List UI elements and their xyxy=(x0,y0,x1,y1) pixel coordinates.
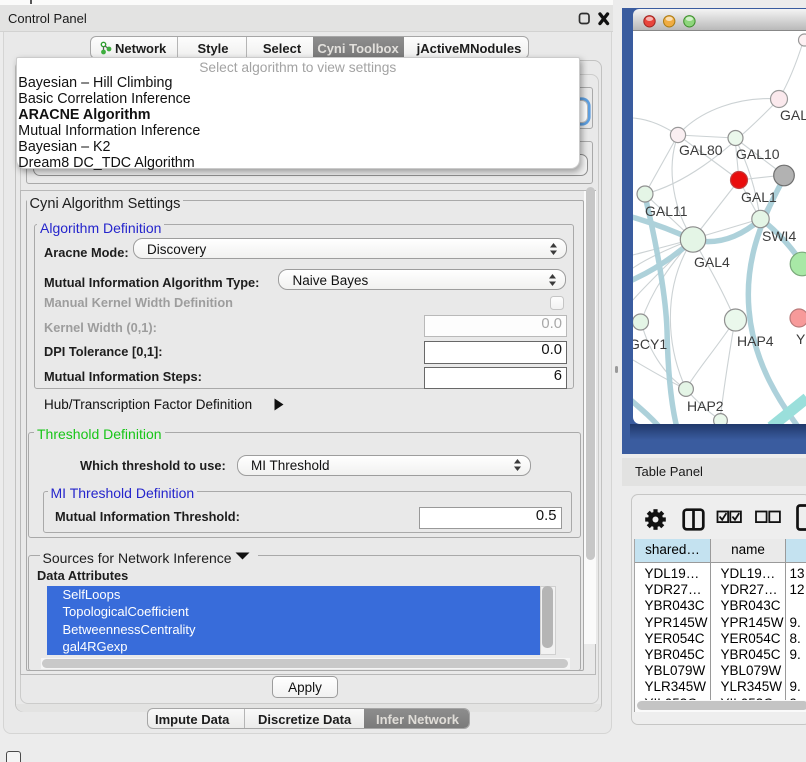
svg-text:GCY1: GCY1 xyxy=(633,336,667,352)
svg-text:GAL: GAL xyxy=(780,107,806,123)
svg-text:GAL4: GAL4 xyxy=(694,254,730,270)
svg-text:HAP4: HAP4 xyxy=(737,333,774,349)
svg-text:GAL11: GAL11 xyxy=(645,203,688,219)
svg-text:HAP2: HAP2 xyxy=(687,398,724,414)
svg-text:GAL10: GAL10 xyxy=(736,146,780,162)
svg-text:GAL80: GAL80 xyxy=(679,142,723,158)
svg-text:SWI4: SWI4 xyxy=(762,228,796,244)
svg-text:GAL1: GAL1 xyxy=(741,189,777,205)
svg-text:Y: Y xyxy=(796,331,806,347)
